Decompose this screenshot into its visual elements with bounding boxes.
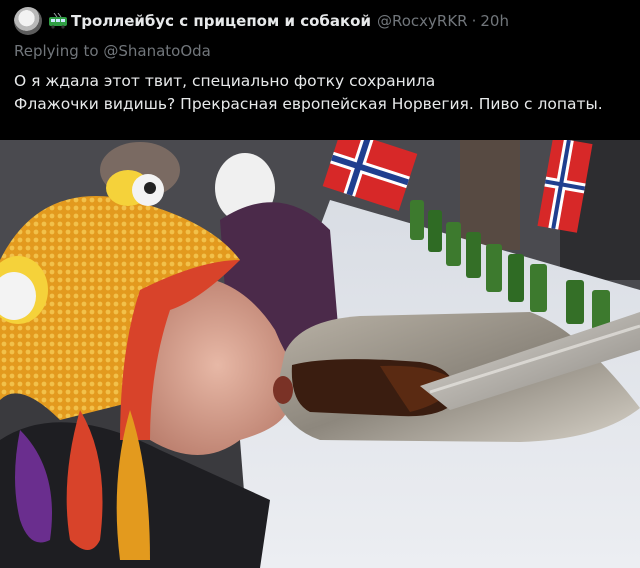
tweet-timestamp[interactable]: 20h [480,12,509,30]
replying-to-label: Replying to [14,42,99,60]
tweet-text-line: О я ждала этот твит, специально фотку со… [14,72,436,90]
tweet: Троллейбус с прицепом и собакой @RocxyRK… [0,0,640,568]
tweet-photo[interactable] [0,140,640,568]
author-display-name[interactable]: Троллейбус с прицепом и собакой [71,12,371,30]
trolleybus-icon [49,13,67,29]
tweet-header: Троллейбус с прицепом и собакой @RocxyRK… [14,6,509,36]
author-handle[interactable]: @RocxyRKR [377,12,468,30]
photo-image [0,140,640,568]
replying-to-handle[interactable]: @ShanatoOda [103,42,211,60]
avatar[interactable] [14,7,42,35]
tweet-text-line: Флажочки видишь? Прекрасная европейская … [14,95,603,113]
replying-to: Replying to @ShanatoOda [14,42,211,60]
tweet-text: О я ждала этот твит, специально фотку со… [14,70,626,116]
separator-dot: · [471,12,477,30]
